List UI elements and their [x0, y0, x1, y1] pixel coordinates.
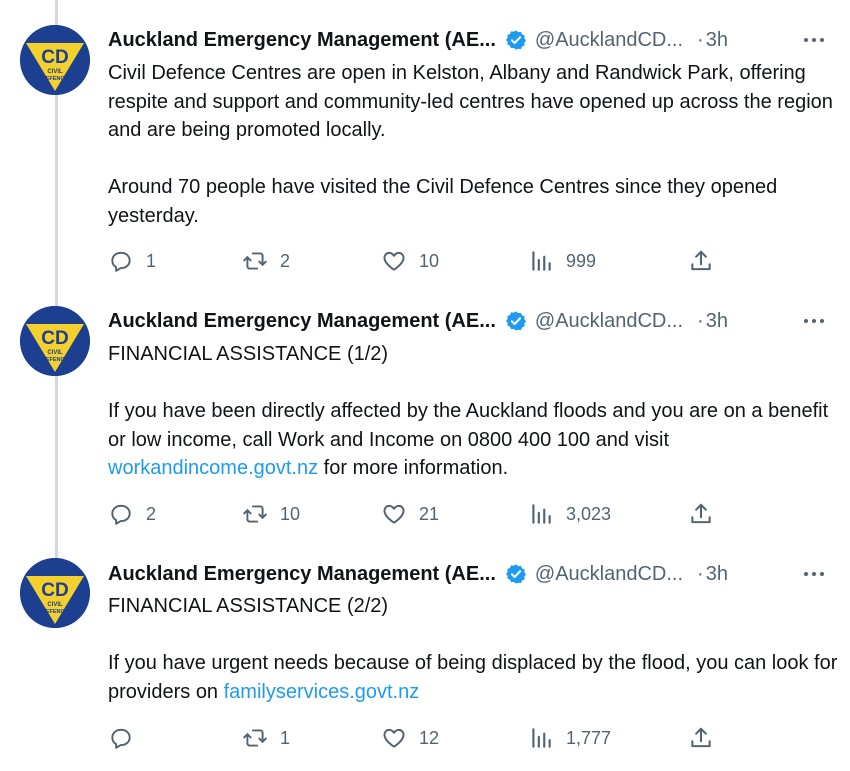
action-bar: 2 10 21 3,023 — [108, 499, 828, 529]
more-icon[interactable] — [804, 561, 824, 587]
tweet-paragraph: If you have urgent needs because of bein… — [108, 649, 838, 706]
tweet-body-end: for more information. — [318, 457, 509, 479]
tweet[interactable]: Auckland Emergency Management (AE... @Au… — [0, 0, 850, 300]
retweet-count: 1 — [280, 727, 291, 748]
like-button[interactable]: 12 — [381, 723, 439, 753]
retweet-button[interactable]: 2 — [242, 246, 290, 276]
reply-button[interactable] — [108, 723, 146, 753]
views-count: 999 — [566, 250, 597, 271]
tweet-text: FINANCIAL ASSISTANCE (2/2) If you have u… — [108, 592, 838, 706]
more-icon[interactable] — [804, 308, 824, 334]
author-handle[interactable]: @AucklandCD... — [535, 29, 683, 52]
author-name[interactable]: Auckland Emergency Management (AE... — [108, 310, 496, 333]
like-button[interactable]: 10 — [381, 246, 439, 276]
views-count: 1,777 — [566, 727, 612, 748]
action-bar: 1 12 1,777 — [108, 723, 828, 753]
views-icon — [528, 248, 554, 274]
tweet[interactable]: Auckland Emergency Management (AE... @Au… — [0, 550, 850, 771]
verified-badge-icon — [505, 563, 527, 585]
like-count: 21 — [419, 503, 440, 524]
retweet-icon — [242, 501, 268, 527]
verified-badge-icon — [505, 310, 527, 332]
tweet-paragraph: If you have been directly affected by th… — [108, 397, 838, 483]
views-button[interactable]: 1,777 — [528, 723, 611, 753]
like-icon — [381, 501, 407, 527]
avatar[interactable] — [20, 558, 90, 628]
share-icon — [688, 248, 714, 274]
tweet-text: FINANCIAL ASSISTANCE (1/2) If you have b… — [108, 340, 838, 483]
like-button[interactable]: 21 — [381, 499, 439, 529]
views-icon — [528, 501, 554, 527]
reply-count: 2 — [146, 503, 157, 524]
like-count: 12 — [419, 727, 440, 748]
reply-icon — [108, 501, 134, 527]
tweet-paragraph: Around 70 people have visited the Civil … — [108, 176, 778, 227]
share-icon — [688, 725, 714, 751]
tweet-header: Auckland Emergency Management (AE... @Au… — [108, 27, 728, 53]
timestamp[interactable]: 3h — [706, 310, 728, 333]
separator-dot: · — [697, 28, 704, 51]
share-button[interactable] — [688, 246, 714, 276]
retweet-icon — [242, 248, 268, 274]
action-bar: 1 2 10 999 — [108, 246, 828, 276]
tweet-title: FINANCIAL ASSISTANCE (1/2) — [108, 343, 389, 365]
verified-badge-icon — [505, 29, 527, 51]
views-button[interactable]: 3,023 — [528, 499, 611, 529]
timestamp[interactable]: 3h — [706, 29, 728, 52]
like-icon — [381, 248, 407, 274]
retweet-count: 10 — [280, 503, 301, 524]
tweet-text: Civil Defence Centres are open in Kelsto… — [108, 59, 838, 230]
tweet-header: Auckland Emergency Management (AE... @Au… — [108, 308, 728, 334]
reply-icon — [108, 725, 134, 751]
tweet-header: Auckland Emergency Management (AE... @Au… — [108, 561, 728, 587]
like-count: 10 — [419, 250, 440, 271]
views-button[interactable]: 999 — [528, 246, 596, 276]
like-icon — [381, 725, 407, 751]
share-button[interactable] — [688, 723, 714, 753]
tweet-paragraph: Civil Defence Centres are open in Kelsto… — [108, 62, 833, 141]
timestamp[interactable]: 3h — [706, 563, 728, 586]
tweet-link[interactable]: familyservices.govt.nz — [224, 681, 420, 703]
author-handle[interactable]: @AucklandCD... — [535, 563, 683, 586]
views-count: 3,023 — [566, 503, 612, 524]
tweet-link[interactable]: workandincome.govt.nz — [108, 457, 318, 479]
more-icon[interactable] — [804, 27, 824, 53]
retweet-button[interactable]: 1 — [242, 723, 290, 753]
retweet-count: 2 — [280, 250, 291, 271]
reply-count: 1 — [146, 250, 157, 271]
author-name[interactable]: Auckland Emergency Management (AE... — [108, 563, 496, 586]
reply-icon — [108, 248, 134, 274]
separator-dot: · — [697, 309, 704, 332]
reply-button[interactable]: 2 — [108, 499, 156, 529]
retweet-icon — [242, 725, 268, 751]
author-name[interactable]: Auckland Emergency Management (AE... — [108, 29, 496, 52]
reply-button[interactable]: 1 — [108, 246, 156, 276]
retweet-button[interactable]: 10 — [242, 499, 300, 529]
avatar[interactable] — [20, 306, 90, 376]
separator-dot: · — [697, 562, 704, 585]
tweet-body: If you have been directly affected by th… — [108, 400, 829, 451]
views-icon — [528, 725, 554, 751]
tweet-body: If you have urgent needs because of bein… — [108, 652, 838, 703]
author-handle[interactable]: @AucklandCD... — [535, 310, 683, 333]
tweet[interactable]: Auckland Emergency Management (AE... @Au… — [0, 300, 850, 550]
share-icon — [688, 501, 714, 527]
tweet-title: FINANCIAL ASSISTANCE (2/2) — [108, 595, 389, 617]
share-button[interactable] — [688, 499, 714, 529]
avatar[interactable] — [20, 25, 90, 95]
